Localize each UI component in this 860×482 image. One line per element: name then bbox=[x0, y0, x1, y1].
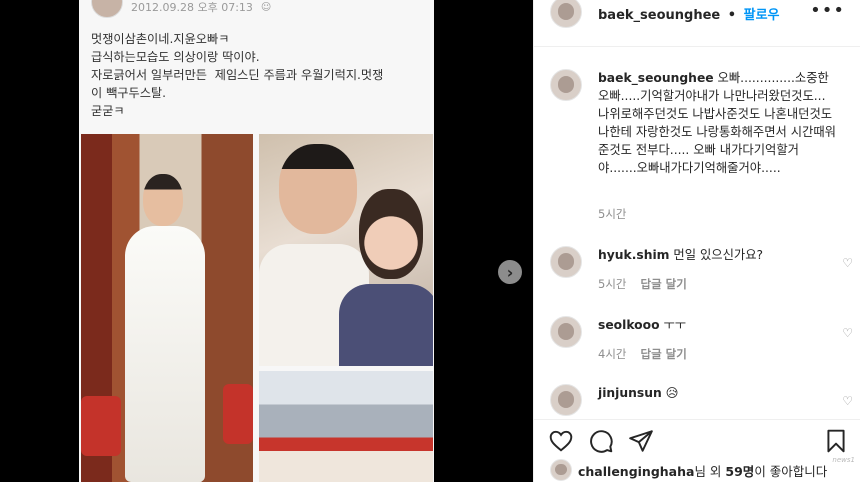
reply-button[interactable]: 답글 달기 bbox=[640, 346, 686, 362]
chevron-right-icon: › bbox=[506, 262, 514, 282]
caption-meta: 5시간 bbox=[598, 206, 626, 222]
blog-post-date: 2012.09.28 오후 07:13 bbox=[131, 1, 253, 14]
caption-text: 오빠..............소중한오빠.....기억할거야내가 나만나러왔던… bbox=[598, 71, 836, 175]
caption-username[interactable]: baek_seounghee bbox=[598, 71, 714, 85]
comment-avatar[interactable] bbox=[550, 316, 582, 348]
likes-middle: 님 외 bbox=[694, 463, 722, 479]
comment-like-icon[interactable]: ♡ bbox=[842, 256, 853, 270]
caption-body: baek_seounghee 오빠..............소중한오빠....… bbox=[598, 69, 836, 177]
header-user-line: baek_seounghee • 팔로우 bbox=[598, 4, 780, 23]
action-bar bbox=[534, 419, 860, 460]
woman-face bbox=[359, 189, 423, 279]
author-username[interactable]: baek_seounghee bbox=[598, 8, 720, 23]
comment-time[interactable]: 5시간 bbox=[598, 276, 626, 292]
comment-like-icon[interactable]: ♡ bbox=[842, 326, 853, 340]
comments-list[interactable]: baek_seounghee 오빠..............소중한오빠....… bbox=[534, 47, 860, 419]
comment-text: 😥 bbox=[665, 386, 679, 400]
comment-icon[interactable] bbox=[588, 428, 614, 454]
comment-text: 먼일 있으신가요? bbox=[673, 248, 764, 262]
red-chair bbox=[223, 384, 253, 444]
share-icon[interactable] bbox=[628, 428, 654, 454]
likes-summary: challenginghaha님 외 59명이 좋아합니다 bbox=[550, 459, 827, 481]
bookmark-icon[interactable] bbox=[823, 428, 849, 454]
author-avatar[interactable] bbox=[550, 0, 582, 28]
liker-username[interactable]: challenginghaha bbox=[578, 464, 694, 479]
more-options-icon[interactable]: ••• bbox=[810, 0, 845, 21]
man-head bbox=[143, 174, 183, 226]
comment-username[interactable]: jinjunsun bbox=[598, 386, 662, 400]
caption-time[interactable]: 5시간 bbox=[598, 206, 626, 222]
post-media: 2012.09.28 오후 07:13 ☺ 멋쟁이삼촌이네.지윤오빠ㅋ 급식하는… bbox=[0, 0, 533, 482]
news-watermark: news1 bbox=[832, 456, 855, 464]
comment-time[interactable]: 4시간 bbox=[598, 346, 626, 362]
white-suit bbox=[125, 226, 205, 482]
likes-suffix: 이 좋아합니다 bbox=[754, 463, 828, 479]
blog-avatar bbox=[91, 0, 123, 18]
photo-selfie-couple bbox=[259, 134, 433, 366]
man-face bbox=[279, 144, 357, 234]
likes-text: challenginghaha님 외 59명이 좋아합니다 bbox=[578, 461, 827, 480]
next-slide-button[interactable]: › bbox=[498, 260, 522, 284]
heart-icon[interactable] bbox=[548, 428, 574, 454]
blog-post-text: 멋쟁이삼촌이네.지윤오빠ㅋ 급식하는모습도 의상이랑 딱이야. 자로긁어서 일부… bbox=[91, 32, 384, 118]
post-side-panel: baek_seounghee • 팔로우 ••• baek_seounghee … bbox=[533, 0, 860, 482]
post-header: baek_seounghee • 팔로우 ••• bbox=[534, 0, 860, 47]
caption-avatar[interactable] bbox=[550, 69, 582, 101]
separator-dot: • bbox=[727, 8, 737, 23]
follow-button[interactable]: 팔로우 bbox=[744, 8, 780, 23]
red-chair bbox=[81, 396, 121, 456]
comment-avatar[interactable] bbox=[550, 246, 582, 278]
comment-text: ㅜㅜ bbox=[663, 318, 687, 332]
comment-meta: 4시간 답글 달기 bbox=[598, 346, 687, 362]
comment-meta: 5시간 답글 달기 bbox=[598, 276, 687, 292]
comment-username[interactable]: hyuk.shim bbox=[598, 248, 669, 262]
comment-body: seolkooo ㅜㅜ bbox=[598, 316, 836, 334]
comment-body: hyuk.shim 먼일 있으신가요? bbox=[598, 246, 836, 264]
comment-like-icon[interactable]: ♡ bbox=[842, 394, 853, 408]
liker-avatar[interactable] bbox=[550, 459, 572, 481]
comment-avatar[interactable] bbox=[550, 384, 582, 416]
comment-body: jinjunsun 😥 bbox=[598, 384, 836, 402]
photo-cafeteria bbox=[259, 371, 433, 482]
reply-button[interactable]: 답글 달기 bbox=[640, 276, 686, 292]
people-icon: ☺ bbox=[260, 1, 272, 13]
captured-blog-post: 2012.09.28 오후 07:13 ☺ 멋쟁이삼촌이네.지윤오빠ㅋ 급식하는… bbox=[79, 0, 434, 482]
purple-jacket bbox=[339, 284, 433, 366]
likes-count[interactable]: 59명 bbox=[725, 464, 754, 479]
blog-post-header: 2012.09.28 오후 07:13 ☺ bbox=[91, 0, 271, 18]
comment-username[interactable]: seolkooo bbox=[598, 318, 660, 332]
photo-man-white-suit bbox=[81, 134, 253, 482]
